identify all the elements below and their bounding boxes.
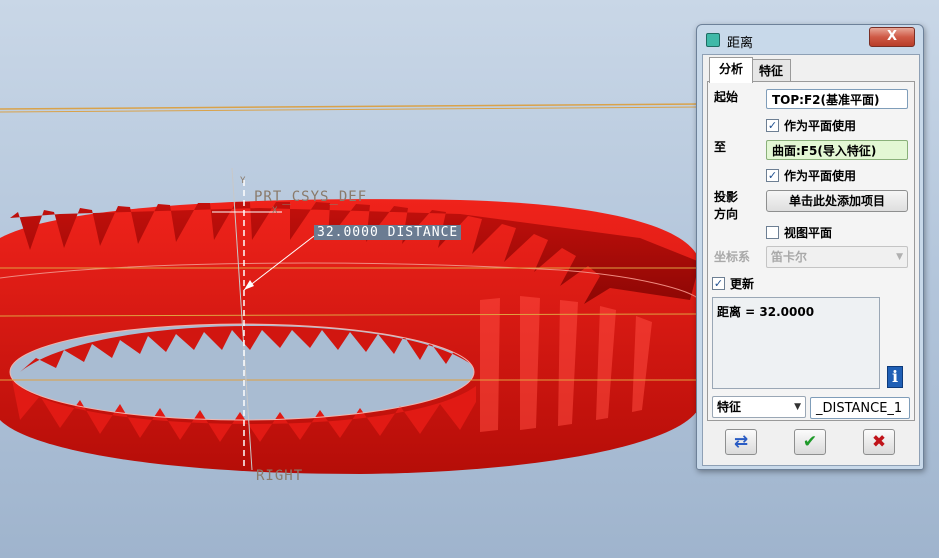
projection-label-1: 投影 <box>714 190 739 204</box>
from-reference-field[interactable]: TOP:F2(基准平面) <box>766 89 908 109</box>
result-text: 距离 = 32.0000 <box>717 305 815 319</box>
from-as-plane-checkbox[interactable]: ✓ <box>766 119 779 132</box>
to-reference-field[interactable]: 曲面:F5(导入特征) <box>766 140 908 160</box>
update-label: 更新 <box>730 277 755 291</box>
distance-annotation[interactable]: 32.0000 DISTANCE <box>314 225 462 240</box>
dialog-client: 分析 特征 起始 TOP:F2(基准平面) ✓ 作为平面使用 至 曲面:F5(导… <box>702 54 920 466</box>
add-projection-button[interactable]: 单击此处添加项目 <box>766 190 908 212</box>
from-label: 起始 <box>714 90 739 104</box>
dialog-app-icon <box>706 33 720 47</box>
view-plane-label: 视图平面 <box>784 226 833 240</box>
dialog-title: 距离 <box>727 36 754 51</box>
right-datum-label: RIGHT <box>256 468 304 484</box>
axis-y-label: Y <box>240 176 247 186</box>
ok-button[interactable]: ✔ <box>794 429 826 455</box>
close-button[interactable]: X <box>869 27 915 47</box>
cancel-button[interactable]: ✖ <box>863 429 895 455</box>
csys-label: 坐标系 <box>714 250 751 264</box>
chevron-down-icon: ▼ <box>896 252 903 262</box>
analysis-panel: 起始 TOP:F2(基准平面) ✓ 作为平面使用 至 曲面:F5(导入特征) ✓… <box>707 81 915 421</box>
chevron-down-icon: ▼ <box>794 402 801 412</box>
from-as-plane-label: 作为平面使用 <box>784 119 857 133</box>
repeat-icon: ⇄ <box>733 432 749 452</box>
check-icon: ✔ <box>802 432 818 452</box>
update-checkbox[interactable]: ✓ <box>712 277 725 290</box>
cancel-icon: ✖ <box>871 432 887 452</box>
axis-x-label: X <box>272 206 279 216</box>
to-as-plane-label: 作为平面使用 <box>784 169 857 183</box>
repeat-button[interactable]: ⇄ <box>725 429 757 455</box>
projection-label-2: 方向 <box>714 207 739 221</box>
result-box: 距离 = 32.0000 <box>712 297 880 389</box>
csys-label: PRT_CSYS_DEF <box>254 189 368 205</box>
csys-select-value: 笛卡尔 <box>771 250 808 264</box>
distance-dialog: 距离 X 分析 特征 起始 TOP:F2(基准平面) ✓ 作为平面使用 至 曲面… <box>696 24 924 470</box>
csys-select: 笛卡尔 ▼ <box>766 246 908 268</box>
type-select-value: 特征 <box>717 400 742 414</box>
to-label: 至 <box>714 140 727 154</box>
info-icon[interactable]: i <box>887 366 903 388</box>
to-as-plane-checkbox[interactable]: ✓ <box>766 169 779 182</box>
tab-feature[interactable]: 特征 <box>751 59 791 82</box>
dialog-titlebar[interactable]: 距离 X <box>697 25 923 53</box>
type-select[interactable]: 特征 ▼ <box>712 396 806 418</box>
tab-analysis[interactable]: 分析 <box>709 57 753 83</box>
view-plane-checkbox[interactable] <box>766 226 779 239</box>
feature-name-field[interactable]: _DISTANCE_1 <box>810 397 910 419</box>
